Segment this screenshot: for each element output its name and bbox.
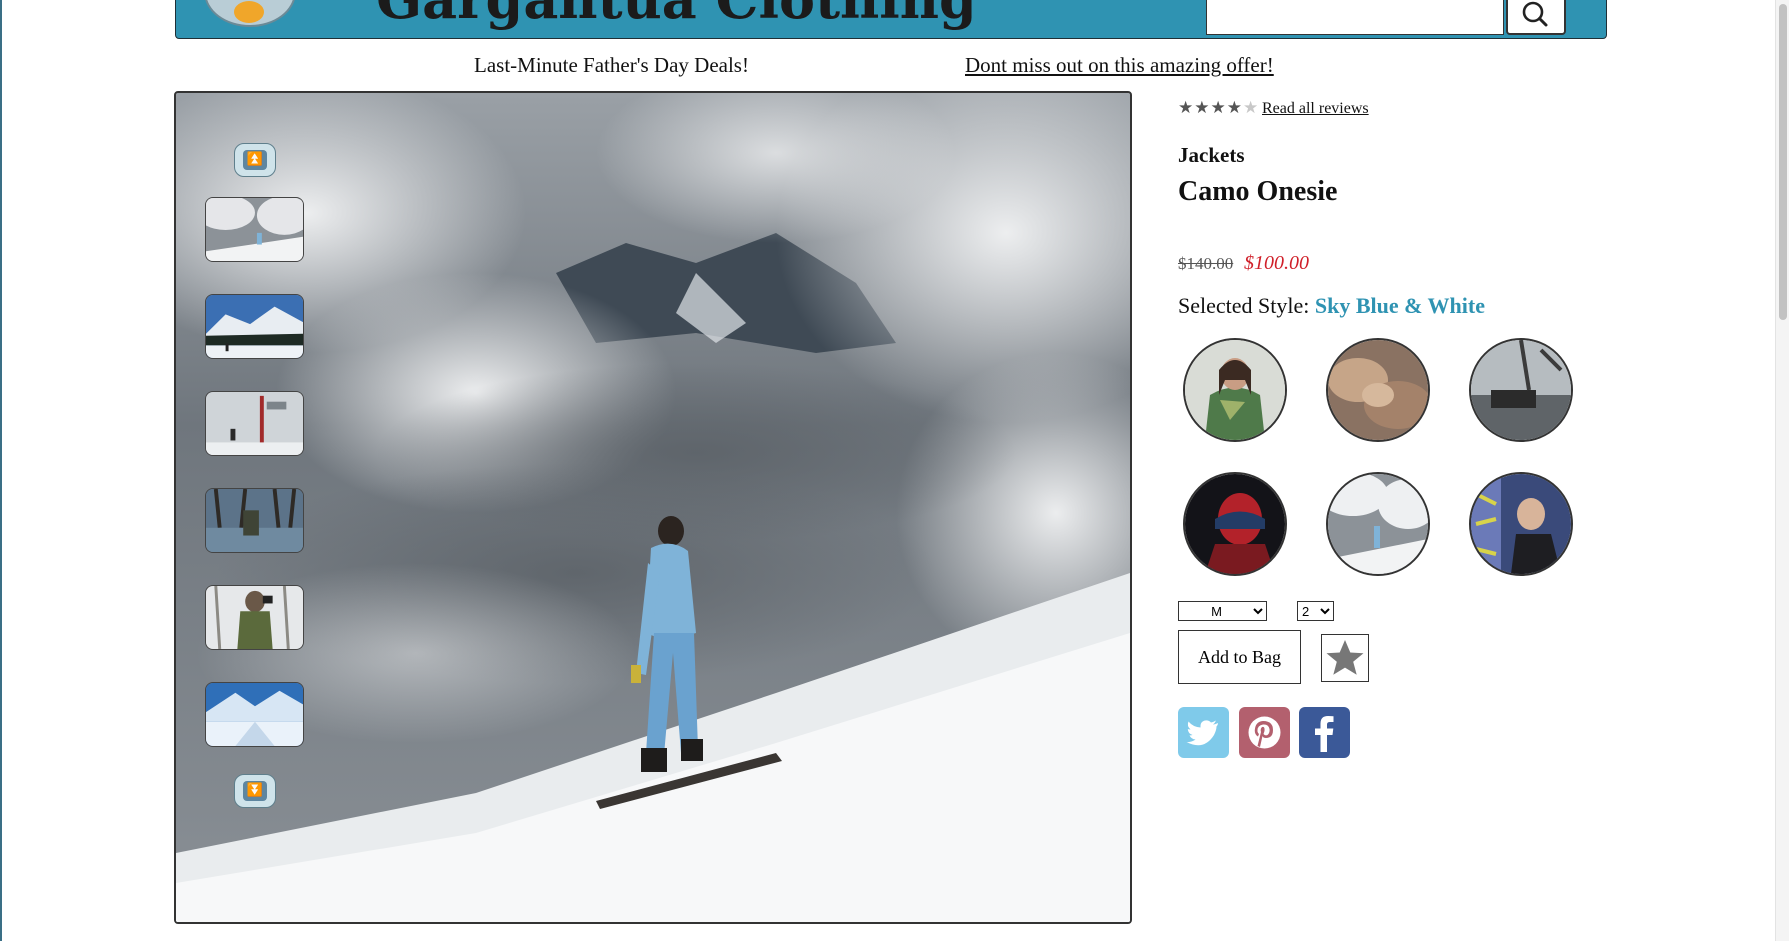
star-row: ★★★★★ xyxy=(1178,98,1259,118)
star-filled-icon: ★ xyxy=(1178,98,1195,118)
star-filled-icon: ★ xyxy=(1210,98,1227,118)
style-swatch-6[interactable] xyxy=(1469,472,1573,576)
search-input[interactable] xyxy=(1206,0,1504,35)
promo-offer-link[interactable]: Dont miss out on this amazing offer! xyxy=(965,53,1274,78)
facebook-share-button[interactable] xyxy=(1299,707,1350,758)
product-image-gallery: ⏫ ⏬ xyxy=(174,91,1132,924)
size-select[interactable]: M xyxy=(1178,601,1267,621)
thumbnail-scroll-down-button[interactable]: ⏬ xyxy=(234,774,276,808)
star-empty-icon: ★ xyxy=(1243,98,1260,118)
window-edge xyxy=(0,0,2,941)
selected-style-name: Sky Blue & White xyxy=(1314,293,1485,318)
main-product-image[interactable] xyxy=(176,93,1130,922)
pinterest-share-button[interactable] xyxy=(1239,707,1290,758)
double-chevron-down-icon: ⏬ xyxy=(243,781,267,801)
scrollbar-thumb[interactable] xyxy=(1779,4,1787,320)
style-swatch-4[interactable] xyxy=(1183,472,1287,576)
add-to-bag-button[interactable]: Add to Bag xyxy=(1178,630,1301,684)
double-chevron-up-icon: ⏫ xyxy=(243,150,267,170)
read-all-reviews-link[interactable]: Read all reviews xyxy=(1262,100,1369,118)
thumbnail-5[interactable] xyxy=(205,682,304,747)
search-button[interactable] xyxy=(1506,0,1566,35)
sale-price: $100.00 xyxy=(1244,252,1309,274)
quantity-select[interactable]: 2 xyxy=(1297,601,1334,621)
thumbnail-0[interactable] xyxy=(205,197,304,262)
facebook-icon xyxy=(1299,707,1350,758)
pinterest-icon xyxy=(1239,707,1290,758)
logo-mark xyxy=(234,1,264,23)
original-price: $140.00 xyxy=(1178,254,1234,273)
selected-style: Selected Style: Sky Blue & White xyxy=(1178,293,1485,319)
style-swatch-3[interactable] xyxy=(1469,338,1573,442)
style-swatch-1[interactable] xyxy=(1183,338,1287,442)
page-scrollbar[interactable] xyxy=(1775,0,1789,941)
twitter-share-button[interactable] xyxy=(1178,707,1229,758)
thumbnail-scroll-up-button[interactable]: ⏫ xyxy=(234,143,276,177)
product-category: Jackets xyxy=(1178,143,1245,167)
style-swatch-5-selected[interactable] xyxy=(1326,472,1430,576)
style-swatch-2[interactable] xyxy=(1326,338,1430,442)
thumbnail-2[interactable] xyxy=(205,391,304,456)
brand-title[interactable]: Gargantua Clothing xyxy=(376,0,977,31)
favorite-button[interactable] xyxy=(1321,634,1369,682)
star-filled-icon: ★ xyxy=(1194,98,1211,118)
star-icon xyxy=(1326,640,1364,675)
product-name: Camo Onesie xyxy=(1178,176,1338,207)
selected-style-label: Selected Style: xyxy=(1178,293,1310,318)
logo-icon[interactable] xyxy=(204,0,296,27)
site-header: Gargantua Clothing xyxy=(175,0,1607,39)
thumbnail-1[interactable] xyxy=(205,294,304,359)
twitter-icon xyxy=(1178,707,1229,758)
star-filled-icon: ★ xyxy=(1226,98,1243,118)
search-icon xyxy=(1522,1,1548,27)
promo-banner-left: Last-Minute Father's Day Deals! xyxy=(474,53,749,77)
thumbnail-4[interactable] xyxy=(205,585,304,650)
thumbnail-3[interactable] xyxy=(205,488,304,553)
rating-stars: ★★★★★ xyxy=(1178,98,1259,118)
